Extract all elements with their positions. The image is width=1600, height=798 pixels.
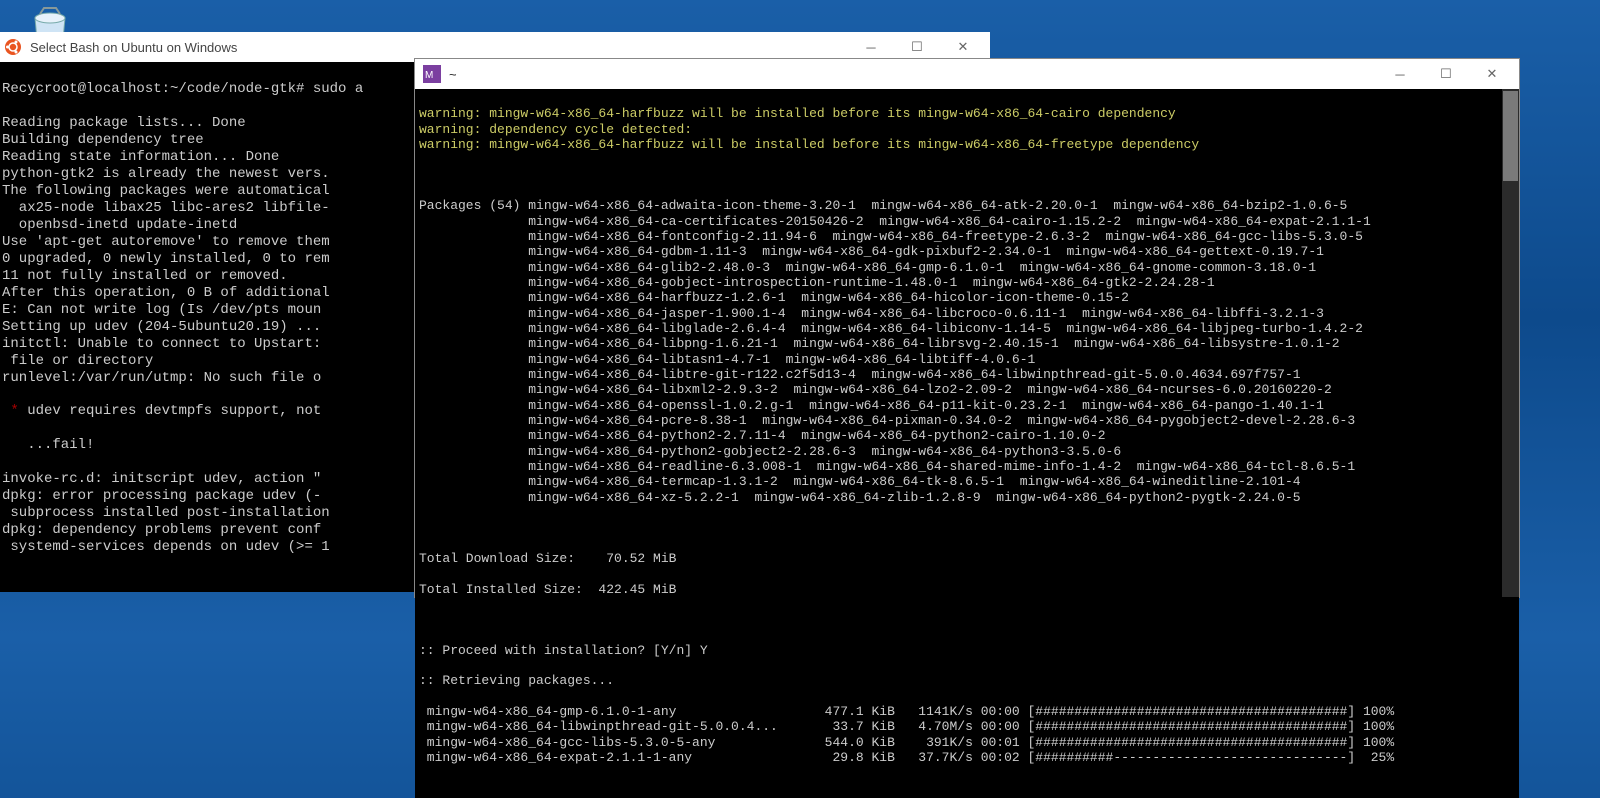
fail-star-icon: * bbox=[2, 403, 27, 419]
ubuntu-icon bbox=[4, 38, 22, 56]
minimize-button[interactable]: ─ bbox=[1377, 60, 1423, 88]
total-installed: Total Installed Size: 422.45 MiB bbox=[419, 582, 1515, 597]
package-line: mingw-w64-x86_64-python2-2.7.11-4 mingw-… bbox=[419, 428, 1515, 443]
msys-terminal-content[interactable]: warning: mingw-w64-x86_64-harfbuzz will … bbox=[415, 89, 1519, 798]
proceed-prompt: :: Proceed with installation? [Y/n] Y bbox=[419, 643, 1515, 658]
maximize-button[interactable]: ☐ bbox=[1423, 60, 1469, 88]
msys-icon: M bbox=[423, 65, 441, 83]
minimize-button[interactable]: ─ bbox=[848, 33, 894, 61]
package-line: mingw-w64-x86_64-libglade-2.6.4-4 mingw-… bbox=[419, 321, 1515, 336]
warning-line: warning: mingw-w64-x86_64-harfbuzz will … bbox=[419, 137, 1515, 152]
package-line: mingw-w64-x86_64-jasper-1.900.1-4 mingw-… bbox=[419, 306, 1515, 321]
package-line: mingw-w64-x86_64-libtre-git-r122.c2f5d13… bbox=[419, 367, 1515, 382]
package-line: mingw-w64-x86_64-gobject-introspection-r… bbox=[419, 275, 1515, 290]
udev-fail-text: udev requires devtmpfs support, not bbox=[27, 403, 329, 419]
scroll-thumb[interactable] bbox=[1503, 91, 1518, 181]
package-line: mingw-w64-x86_64-readline-6.3.008-1 ming… bbox=[419, 459, 1515, 474]
package-line: mingw-w64-x86_64-fontconfig-2.11.94-6 mi… bbox=[419, 229, 1515, 244]
msys-title-text: ~ bbox=[449, 67, 1377, 82]
package-line: Packages (54) mingw-w64-x86_64-adwaita-i… bbox=[419, 198, 1515, 213]
package-line: mingw-w64-x86_64-libxml2-2.9.3-2 mingw-w… bbox=[419, 382, 1515, 397]
bash-title-text: Select Bash on Ubuntu on Windows bbox=[30, 40, 848, 55]
package-line: mingw-w64-x86_64-libpng-1.6.21-1 mingw-w… bbox=[419, 336, 1515, 351]
package-line: mingw-w64-x86_64-openssl-1.0.2.g-1 mingw… bbox=[419, 398, 1515, 413]
scrollbar[interactable] bbox=[1502, 89, 1519, 597]
total-download: Total Download Size: 70.52 MiB bbox=[419, 551, 1515, 566]
warning-line: warning: mingw-w64-x86_64-harfbuzz will … bbox=[419, 106, 1515, 121]
retrieving-text: :: Retrieving packages... bbox=[419, 673, 1515, 688]
svg-text:M: M bbox=[425, 70, 433, 81]
package-line: mingw-w64-x86_64-pcre-8.38-1 mingw-w64-x… bbox=[419, 413, 1515, 428]
bash-cmd: sudo a bbox=[304, 81, 363, 97]
warning-line: warning: dependency cycle detected: bbox=[419, 122, 1515, 137]
close-button[interactable]: ✕ bbox=[1469, 60, 1515, 88]
maximize-button[interactable]: ☐ bbox=[894, 33, 940, 61]
close-button[interactable]: ✕ bbox=[940, 33, 986, 61]
package-line: mingw-w64-x86_64-python2-gobject2-2.28.6… bbox=[419, 444, 1515, 459]
download-progress-line: mingw-w64-x86_64-gmp-6.1.0-1-any 477.1 K… bbox=[419, 704, 1515, 719]
package-line: mingw-w64-x86_64-gdbm-1.11-3 mingw-w64-x… bbox=[419, 244, 1515, 259]
package-line: mingw-w64-x86_64-ca-certificates-2015042… bbox=[419, 214, 1515, 229]
msys-titlebar[interactable]: M ~ ─ ☐ ✕ bbox=[415, 59, 1519, 89]
download-progress-line: mingw-w64-x86_64-expat-2.1.1-1-any 29.8 … bbox=[419, 750, 1515, 765]
package-line: mingw-w64-x86_64-harfbuzz-1.2.6-1 mingw-… bbox=[419, 290, 1515, 305]
package-line: mingw-w64-x86_64-libtasn1-4.7-1 mingw-w6… bbox=[419, 352, 1515, 367]
package-line: mingw-w64-x86_64-xz-5.2.2-1 mingw-w64-x8… bbox=[419, 490, 1515, 505]
download-progress-line: mingw-w64-x86_64-libwinpthread-git-5.0.0… bbox=[419, 719, 1515, 734]
bash-prompt: Recycroot@localhost:~/code/node-gtk# bbox=[2, 81, 304, 97]
msys-window: M ~ ─ ☐ ✕ warning: mingw-w64-x86_64-harf… bbox=[414, 58, 1520, 598]
package-line: mingw-w64-x86_64-termcap-1.3.1-2 mingw-w… bbox=[419, 474, 1515, 489]
package-line: mingw-w64-x86_64-glib2-2.48.0-3 mingw-w6… bbox=[419, 260, 1515, 275]
download-progress-line: mingw-w64-x86_64-gcc-libs-5.3.0-5-any 54… bbox=[419, 735, 1515, 750]
